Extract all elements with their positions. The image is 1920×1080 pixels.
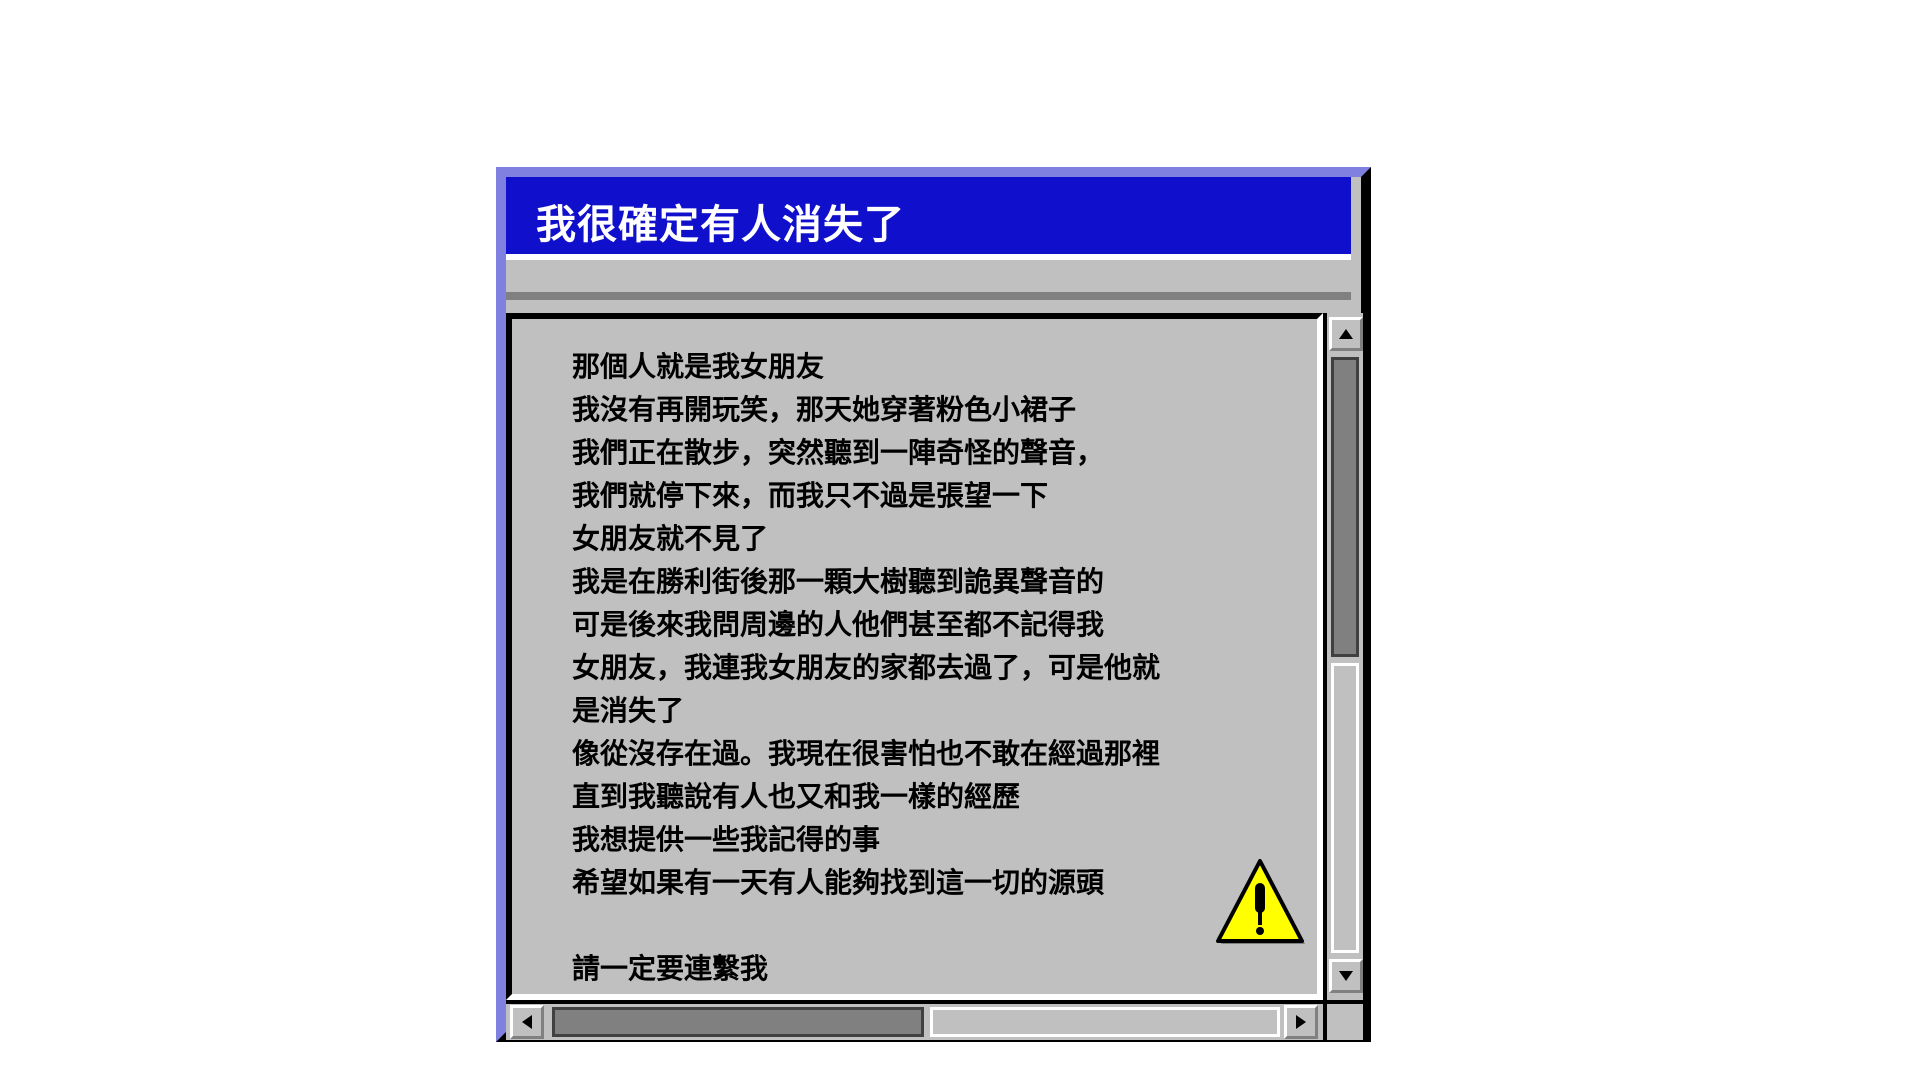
arrow-down-icon[interactable] (1329, 959, 1363, 993)
message-content: 那個人就是我女朋友 我沒有再開玩笑，那天她穿著粉色小裙子 我們正在散步，突然聽到… (506, 313, 1323, 1000)
message-line: 像從沒存在過。我現在很害怕也不敢在經過那裡 (572, 737, 1161, 770)
title-bar[interactable]: 我很確定有人消失了 (506, 177, 1351, 254)
message-line: 女朋友，我連我女朋友的家都去過了，可是他就 (572, 651, 1161, 684)
message-line: 我們正在散步，突然聽到一陣奇怪的聲音， (572, 436, 1105, 469)
toolbar (506, 254, 1351, 300)
arrow-right-icon[interactable] (1284, 1005, 1318, 1039)
message-line: 我想提供一些我記得的事 (572, 823, 881, 856)
message-line: 希望如果有一天有人能夠找到這一切的源頭 (572, 866, 1105, 899)
horizontal-scroll-track[interactable] (930, 1007, 1280, 1037)
arrow-left-icon[interactable] (510, 1005, 544, 1039)
message-line (572, 904, 1252, 947)
vertical-scroll-track[interactable] (1331, 663, 1359, 953)
scrollbar-corner (1323, 1000, 1363, 1040)
horizontal-scroll-thumb[interactable] (552, 1007, 924, 1037)
message-line: 我是在勝利街後那一顆大樹聽到詭異聲音的 (572, 565, 1105, 598)
vertical-scrollbar[interactable] (1323, 313, 1363, 1000)
message-line: 請一定要連繫我 (572, 952, 769, 985)
vertical-scroll-thumb[interactable] (1331, 357, 1359, 657)
message-line: 那個人就是我女朋友 (572, 350, 825, 383)
message-line: 女朋友就不見了 (572, 522, 769, 555)
horizontal-scrollbar[interactable] (506, 1000, 1323, 1040)
message-line: 直到我聽說有人也又和我一樣的經歷 (572, 780, 1021, 813)
arrow-up-icon[interactable] (1329, 317, 1363, 351)
message-line: 我們就停下來，而我只不過是張望一下 (572, 479, 1049, 512)
message-line: 我沒有再開玩笑，那天她穿著粉色小裙子 (572, 393, 1077, 426)
window-title: 我很確定有人消失了 (536, 202, 905, 248)
message-text: 那個人就是我女朋友 我沒有再開玩笑，那天她穿著粉色小裙子 我們正在散步，突然聽到… (572, 345, 1252, 990)
warning-icon (1212, 855, 1308, 951)
message-line: 可是後來我問周邊的人他們甚至都不記得我 (572, 608, 1105, 641)
message-window: 我很確定有人消失了 那個人就是我女朋友 我沒有再開玩笑，那天她穿著粉色小裙子 我… (496, 167, 1371, 1042)
message-line: 是消失了 (572, 694, 685, 727)
